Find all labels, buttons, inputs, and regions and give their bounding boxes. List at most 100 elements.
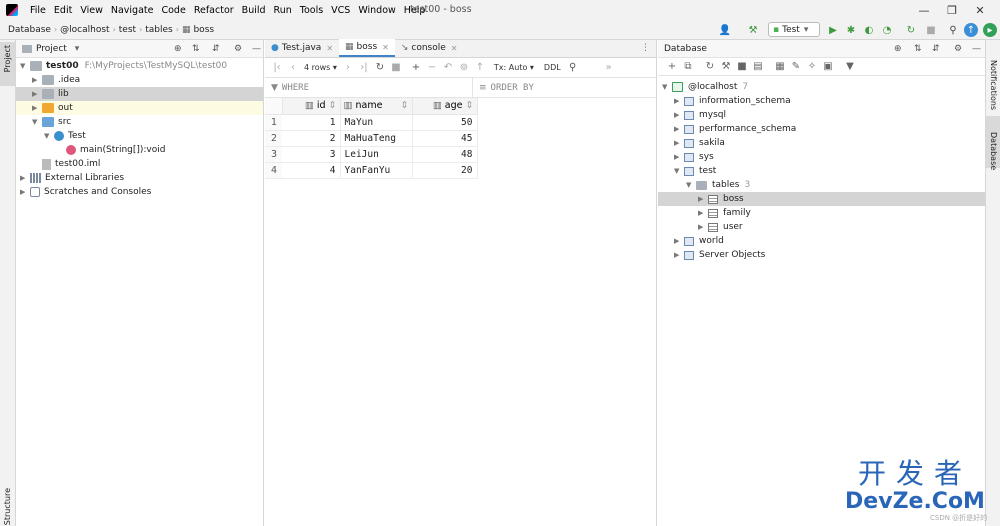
close-tab-icon[interactable]: ✕ <box>451 44 458 53</box>
intellij-logo-icon[interactable] <box>6 4 18 16</box>
search-icon[interactable]: ⚲ <box>565 62 581 73</box>
column-header-name[interactable]: ▥ name ⇕ <box>340 98 413 115</box>
update-icon[interactable]: ↑ <box>964 23 978 37</box>
project-tree-item[interactable]: ▼ Test <box>16 129 263 143</box>
where-filter-field[interactable]: ▼ WHERE <box>265 77 473 98</box>
tab-list-icon[interactable]: ⋮ <box>641 43 650 53</box>
data-source-properties-icon[interactable]: ⚒ <box>718 61 734 72</box>
project-tree-item[interactable]: main(String[]):void <box>16 143 263 157</box>
cell-age[interactable]: 45 <box>412 130 478 147</box>
database-tree-item[interactable]: ▶ boss <box>658 192 985 206</box>
project-tree-item[interactable]: ▶ Scratches and Consoles <box>16 185 263 199</box>
expand-all-icon[interactable]: ⇅ <box>914 44 922 54</box>
chevron-right-icon[interactable]: ▶ <box>32 104 42 112</box>
maximize-button[interactable]: ❐ <box>938 2 966 18</box>
order-by-field[interactable]: ≡ ORDER BY <box>473 83 534 93</box>
cell-name[interactable]: YanFanYu <box>340 162 413 179</box>
menu-window[interactable]: Window <box>354 5 399 16</box>
editor-tab-console[interactable]: ↘ console ✕ <box>395 39 464 57</box>
project-tree-item[interactable]: ▶ out <box>16 101 263 115</box>
chevron-right-icon[interactable]: ▶ <box>698 209 708 217</box>
cell-age[interactable]: 20 <box>412 162 478 179</box>
chevron-right-icon[interactable]: ▶ <box>698 195 708 203</box>
menu-view[interactable]: View <box>76 5 107 16</box>
run-icon[interactable]: ▶ <box>826 23 840 37</box>
sort-icon[interactable]: ⇕ <box>466 100 474 111</box>
collapse-all-icon[interactable]: ⇵ <box>212 44 220 54</box>
chevron-down-icon[interactable]: ▾ <box>75 44 80 54</box>
chevron-right-icon[interactable]: ▶ <box>20 188 30 196</box>
cancel-icon[interactable]: ■ <box>388 62 404 73</box>
chevron-down-icon[interactable]: ▼ <box>686 181 696 189</box>
submit-icon[interactable]: ↑ <box>472 62 488 73</box>
hide-icon[interactable]: — <box>972 44 981 54</box>
sort-icon[interactable]: ⇕ <box>329 100 337 111</box>
chevron-down-icon[interactable]: ▼ <box>674 167 684 175</box>
sort-icon[interactable]: ⇕ <box>401 100 409 111</box>
notifications-tool-tab[interactable]: Notifications <box>989 60 998 110</box>
chevron-right-icon[interactable]: ▶ <box>32 90 42 98</box>
hide-icon[interactable]: — <box>252 44 261 54</box>
chevron-down-icon[interactable]: ▼ <box>662 83 672 91</box>
breadcrumb-item[interactable]: Database <box>6 25 53 35</box>
transaction-mode-select[interactable]: Tx: Auto ▾ <box>488 63 540 72</box>
chevron-right-icon[interactable]: ▶ <box>20 174 30 182</box>
profile-icon[interactable]: ◔ <box>880 23 894 37</box>
project-panel-title[interactable]: Project <box>36 44 67 54</box>
chevron-right-icon[interactable]: ▶ <box>32 76 42 84</box>
database-tree-item[interactable]: ▶ family <box>658 206 985 220</box>
chevron-right-icon[interactable]: ▶ <box>674 125 684 133</box>
run-configuration-select[interactable]: ▪ Test ▾ <box>768 22 820 37</box>
stop-icon[interactable]: ■ <box>924 23 938 37</box>
database-tree-item[interactable]: ▶ user <box>658 220 985 234</box>
breadcrumb-item[interactable]: tables <box>143 25 174 35</box>
structure-tool-tab[interactable]: Structure <box>3 488 12 525</box>
database-tree-item[interactable]: ▶ world <box>658 234 985 248</box>
database-tree-item[interactable]: ▶ sakila <box>658 136 985 150</box>
last-page-icon[interactable]: ›| <box>356 62 372 73</box>
chevron-down-icon[interactable]: ▼ <box>32 118 42 126</box>
breadcrumb-item[interactable]: ▦ boss <box>180 25 216 35</box>
breadcrumb-item[interactable]: test <box>117 25 138 35</box>
chevron-down-icon[interactable]: ▼ <box>20 62 30 70</box>
chevron-right-icon[interactable]: ▶ <box>674 153 684 161</box>
cell-name[interactable]: MaYun <box>340 114 413 131</box>
refresh-icon[interactable]: ↻ <box>372 62 388 73</box>
more-icon[interactable]: » <box>601 62 617 73</box>
database-tree-item[interactable]: ▶ Server Objects <box>658 248 985 262</box>
chevron-right-icon[interactable]: ▶ <box>674 139 684 147</box>
cell-id[interactable]: 1 <box>282 114 341 131</box>
collapse-all-icon[interactable]: ⇵ <box>932 44 940 54</box>
locate-icon[interactable]: ⊕ <box>894 44 902 54</box>
database-tree-item[interactable]: ▶ performance_schema <box>658 122 985 136</box>
chevron-right-icon[interactable]: ▶ <box>674 111 684 119</box>
first-page-icon[interactable]: |‹ <box>269 62 285 73</box>
search-icon[interactable]: ⚲ <box>946 23 960 37</box>
user-icon[interactable]: 👤 <box>718 23 732 37</box>
menu-tools[interactable]: Tools <box>296 5 327 16</box>
minimize-button[interactable]: — <box>910 2 938 18</box>
cell-id[interactable]: 2 <box>282 130 341 147</box>
locate-icon[interactable]: ⊕ <box>174 44 182 54</box>
add-icon[interactable]: + <box>664 61 680 72</box>
next-page-icon[interactable]: › <box>340 62 356 73</box>
menu-code[interactable]: Code <box>157 5 189 16</box>
menu-vcs[interactable]: VCS <box>327 5 354 16</box>
revert-icon[interactable]: ↶ <box>440 62 456 73</box>
edit-icon[interactable]: ✎ <box>788 61 804 72</box>
editor-tab-boss[interactable]: ▦ boss ✕ <box>339 39 395 57</box>
project-tree-item[interactable]: test00.iml <box>16 157 263 171</box>
database-tree-item[interactable]: ▶ information_schema <box>658 94 985 108</box>
add-row-icon[interactable]: + <box>408 62 424 73</box>
chevron-right-icon[interactable]: ▶ <box>674 251 684 259</box>
cell-id[interactable]: 4 <box>282 162 341 179</box>
filter-icon[interactable]: ▼ <box>842 61 858 72</box>
debug-icon[interactable]: ✱ <box>844 23 858 37</box>
table-row[interactable]: 3 3 LeiJun 48 <box>265 146 478 163</box>
expand-all-icon[interactable]: ⇅ <box>192 44 200 54</box>
previous-page-icon[interactable]: ‹ <box>285 62 301 73</box>
coverage-icon[interactable]: ◐ <box>862 23 876 37</box>
database-tree-item[interactable]: ▼ tables 3 <box>658 178 985 192</box>
project-tree-item[interactable]: ▼ src <box>16 115 263 129</box>
chevron-down-icon[interactable]: ▼ <box>44 132 54 140</box>
